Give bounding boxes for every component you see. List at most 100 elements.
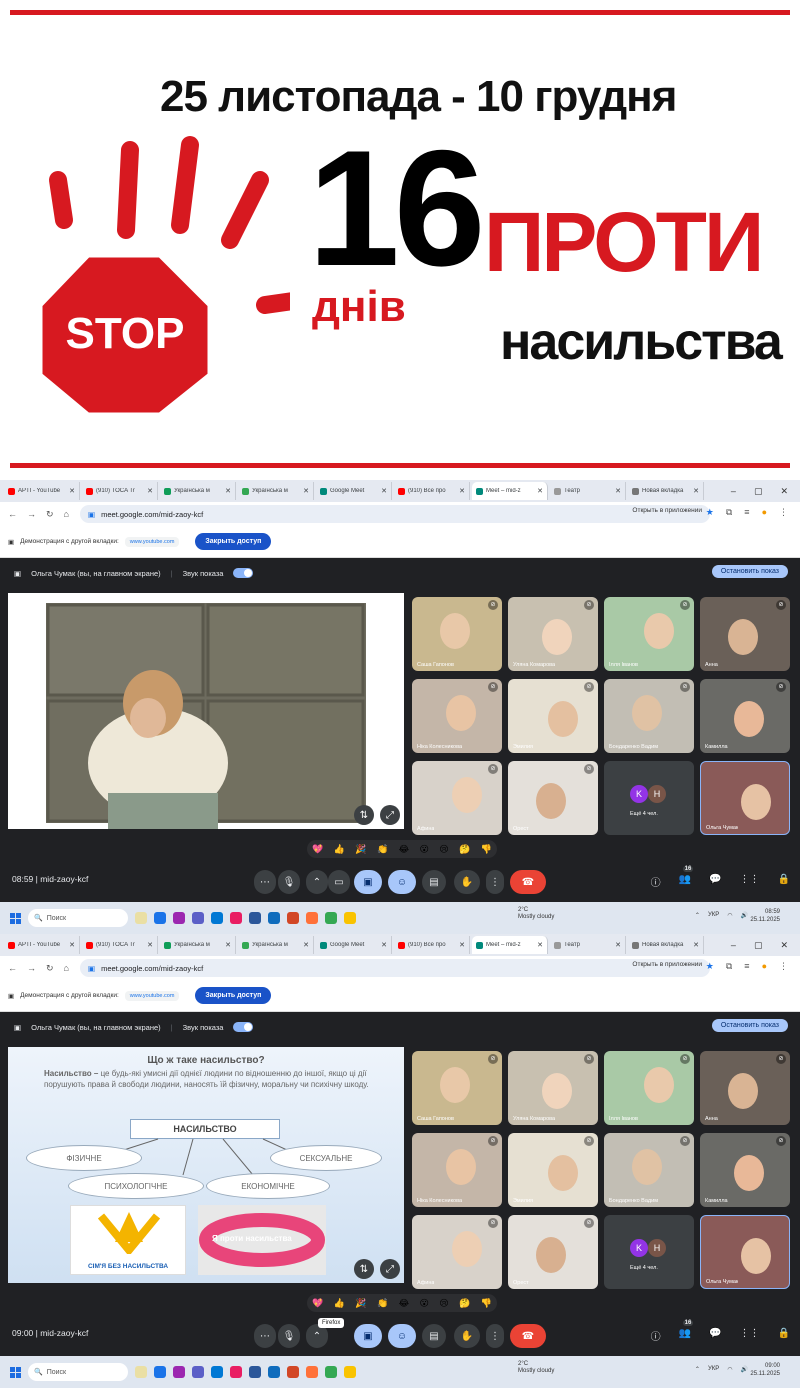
copilot-icon[interactable]	[173, 912, 185, 924]
reaction-emoji[interactable]: 👎	[481, 844, 492, 855]
powerpoint-icon[interactable]	[287, 912, 299, 924]
minimize-icon[interactable]: –	[731, 486, 736, 497]
mail-icon[interactable]	[230, 912, 242, 924]
reaction-emoji[interactable]: 😮	[419, 844, 428, 855]
open-in-app-button[interactable]: Открыть в приложении	[632, 507, 702, 514]
tab-close-icon[interactable]: ✕	[537, 487, 543, 495]
host-controls-icon[interactable]: 🔒	[778, 874, 790, 889]
browser-tab[interactable]: (910) TOCA Tr ✕	[82, 936, 158, 954]
chat-icon[interactable]: 💬	[709, 1328, 721, 1343]
browser-tab[interactable]: APTI - YouTube ✕	[4, 482, 80, 500]
tab-close-icon[interactable]: ✕	[225, 941, 231, 949]
browser-tab[interactable]: Театр ✕	[550, 482, 626, 500]
reaction-emoji[interactable]: 😢	[439, 844, 448, 855]
outlook-icon[interactable]	[268, 912, 280, 924]
home-icon[interactable]: ⌂	[64, 963, 69, 973]
teams-icon[interactable]	[192, 912, 204, 924]
mail-icon[interactable]	[230, 1366, 242, 1378]
shared-site-pill[interactable]: www.youtube.com	[124, 990, 180, 1001]
more-audio-icon[interactable]: ⋯	[254, 1324, 276, 1348]
raise-hand-icon[interactable]: ✋	[454, 1324, 480, 1348]
raise-hand-icon[interactable]: ✋	[454, 870, 480, 894]
language-indicator[interactable]: УКР	[708, 1366, 719, 1373]
forward-icon[interactable]: →	[27, 963, 36, 973]
browser-tab[interactable]: Театр ✕	[550, 936, 626, 954]
tab-close-icon[interactable]: ✕	[537, 941, 543, 949]
more-participants-tile[interactable]: K H Ещё 4 чел.	[604, 1215, 694, 1289]
participant-tile[interactable]: Орест ⊘	[508, 761, 598, 835]
mic-icon[interactable]: 🎙	[278, 1324, 300, 1348]
stop-presentation-button[interactable]: Остановить показ	[711, 565, 788, 578]
edge-icon[interactable]	[154, 1366, 166, 1378]
teams-icon[interactable]	[192, 1366, 204, 1378]
participant-tile[interactable]: Уляна Комарова ⊘	[508, 1051, 598, 1125]
taskbar-clock[interactable]: 09:00 25.11.2025	[750, 1362, 780, 1378]
taskbar-search[interactable]: 🔍 Поиск	[28, 1363, 128, 1381]
reaction-emoji[interactable]: 👏	[377, 1298, 388, 1309]
widget-icon[interactable]	[135, 912, 147, 924]
browser-tab[interactable]: Новая вкладка ✕	[628, 482, 704, 500]
reaction-emoji[interactable]: 👍	[334, 844, 345, 855]
present-button[interactable]: ▣	[354, 1324, 382, 1348]
participant-tile[interactable]: Афина ⊘	[412, 761, 502, 835]
more-participants-tile[interactable]: K H Ещё 4 чел.	[604, 761, 694, 835]
explorer-icon[interactable]	[344, 912, 356, 924]
bookmark-star-icon[interactable]: ★	[706, 961, 714, 972]
close-icon[interactable]: ✕	[780, 940, 788, 951]
chrome-icon[interactable]	[325, 912, 337, 924]
tab-close-icon[interactable]: ✕	[693, 941, 699, 949]
people-icon[interactable]: 👥 16	[679, 866, 694, 889]
volume-icon[interactable]: 🔊	[741, 912, 748, 919]
profile-icon[interactable]: ●	[762, 961, 767, 972]
forward-icon[interactable]: →	[27, 509, 36, 519]
tray-chevron-icon[interactable]: ⌃	[695, 912, 700, 919]
tab-close-icon[interactable]: ✕	[225, 487, 231, 495]
fullscreen-icon[interactable]: ⤢	[380, 805, 400, 825]
tab-close-icon[interactable]: ✕	[303, 487, 309, 495]
reaction-emoji[interactable]: 👏	[377, 844, 388, 855]
participant-tile[interactable]: Ілля Іванов ⊘	[604, 597, 694, 671]
extensions-icon[interactable]: ⧉	[726, 961, 732, 972]
store-icon[interactable]	[211, 912, 223, 924]
url-field[interactable]: ▣ meet.google.com/mid-zaoy-kcf Открыть в…	[80, 959, 710, 977]
open-in-app-button[interactable]: Открыть в приложении	[632, 961, 702, 968]
tab-close-icon[interactable]: ✕	[147, 941, 153, 949]
taskbar-clock[interactable]: 08:59 25.11.2025	[750, 908, 780, 924]
stop-sharing-button[interactable]: Закрыть доступ	[195, 533, 272, 550]
browser-tab[interactable]: Українська м ✕	[238, 936, 314, 954]
people-icon[interactable]: 👥 16	[679, 1320, 694, 1343]
close-icon[interactable]: ✕	[780, 486, 788, 497]
wifi-icon[interactable]: ◠	[727, 1366, 732, 1373]
explorer-icon[interactable]	[344, 1366, 356, 1378]
reaction-emoji[interactable]: 🎉	[355, 844, 366, 855]
mic-icon[interactable]: 🎙	[278, 870, 300, 894]
chrome-icon[interactable]	[325, 1366, 337, 1378]
video-options-icon[interactable]: ⌃	[306, 870, 328, 894]
reaction-emoji[interactable]: 💖	[312, 1298, 323, 1309]
participant-tile[interactable]: Ольга Чумак	[700, 1215, 790, 1289]
tab-close-icon[interactable]: ✕	[615, 487, 621, 495]
tab-close-icon[interactable]: ✕	[615, 941, 621, 949]
reaction-emoji[interactable]: 👎	[481, 1298, 492, 1309]
maximize-icon[interactable]: ▢	[754, 940, 763, 951]
participant-tile[interactable]: Саша Гапонов ⊘	[412, 597, 502, 671]
wifi-icon[interactable]: ◠	[727, 912, 732, 919]
fullscreen-icon[interactable]: ⤢	[380, 1259, 400, 1279]
reaction-emoji[interactable]: 😮	[419, 1298, 428, 1309]
participant-tile[interactable]: Анна ⊘	[700, 1051, 790, 1125]
taskbar-search[interactable]: 🔍 Поиск	[28, 909, 128, 927]
info-icon[interactable]: ⓘ	[651, 1328, 661, 1343]
menu-icon[interactable]: ⋮	[779, 961, 788, 972]
captions-icon[interactable]: ▤	[422, 1324, 446, 1348]
reload-icon[interactable]: ↻	[46, 963, 54, 974]
volume-icon[interactable]: 🔊	[741, 1366, 748, 1373]
minimize-icon[interactable]: –	[731, 940, 736, 951]
leave-call-icon[interactable]: ☎	[510, 1324, 546, 1348]
browser-tab[interactable]: Українська м ✕	[160, 936, 236, 954]
browser-tab[interactable]: Meet – mid-z ✕	[472, 936, 548, 954]
present-button[interactable]: ▣	[354, 870, 382, 894]
participant-tile[interactable]: Ніка Колесникова ⊘	[412, 1133, 502, 1207]
tab-close-icon[interactable]: ✕	[459, 487, 465, 495]
tab-close-icon[interactable]: ✕	[693, 487, 699, 495]
participant-tile[interactable]: Бондаренко Вадим ⊘	[604, 1133, 694, 1207]
